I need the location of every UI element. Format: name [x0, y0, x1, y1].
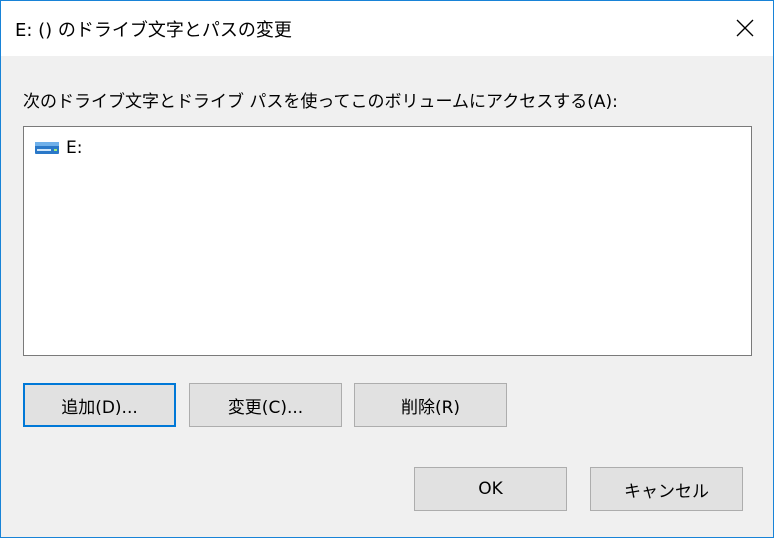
close-button[interactable] — [717, 1, 773, 56]
title-bar: E: () のドライブ文字とパスの変更 — [1, 1, 773, 56]
change-drive-letter-dialog: E: () のドライブ文字とパスの変更 次のドライブ文字とドライブ パスを使って… — [0, 0, 774, 538]
close-icon — [736, 19, 754, 37]
add-button[interactable]: 追加(D)... — [23, 383, 176, 427]
drive-path-listbox[interactable]: E: — [23, 126, 752, 356]
drive-letter-label: E: — [66, 138, 83, 158]
ok-button[interactable]: OK — [414, 467, 567, 511]
remove-button[interactable]: 削除(R) — [354, 383, 507, 427]
drive-icon — [35, 142, 59, 154]
dialog-title: E: () のドライブ文字とパスの変更 — [15, 20, 292, 41]
list-item[interactable]: E: — [34, 136, 82, 160]
change-button[interactable]: 変更(C)... — [189, 383, 342, 427]
access-path-label: 次のドライブ文字とドライブ パスを使ってこのボリュームにアクセスする(A): — [23, 92, 618, 112]
cancel-button[interactable]: キャンセル — [590, 467, 743, 511]
